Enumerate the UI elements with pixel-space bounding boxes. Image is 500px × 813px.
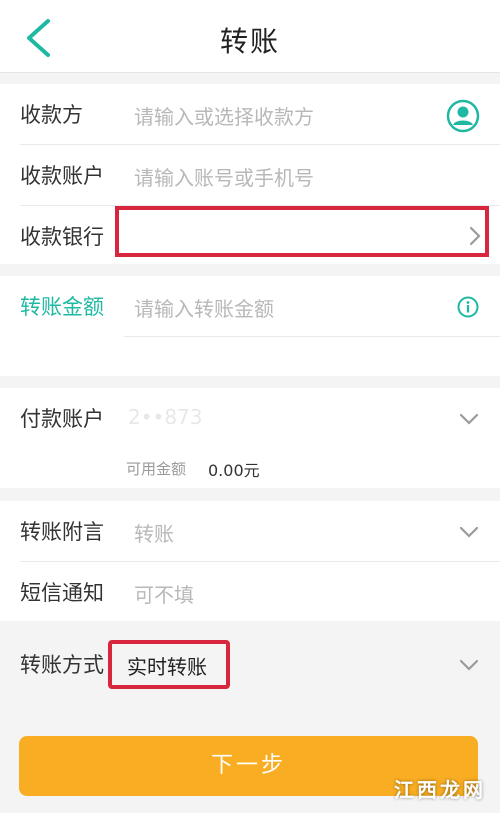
payee-name-label: 收款方 (20, 103, 83, 127)
contact-icon[interactable] (446, 99, 480, 133)
chevron-down-icon[interactable] (459, 409, 479, 429)
payee-bank-label: 收款银行 (20, 225, 104, 249)
sms-input[interactable]: 可不填 (134, 579, 194, 608)
amount-row[interactable]: 转账金额 请输入转账金额 (0, 276, 500, 336)
highlight-box (115, 206, 489, 257)
payer-account-label: 付款账户 (20, 407, 104, 431)
transfer-method-row[interactable]: 转账方式 实时转账 (0, 634, 500, 694)
sms-label: 短信通知 (20, 581, 104, 605)
top-bar: 转账 (0, 0, 500, 73)
payer-account-row[interactable]: 付款账户 2••873 (0, 388, 500, 448)
highlight-box (108, 640, 230, 689)
balance-label: 可用金额 (126, 460, 187, 478)
payee-name-input[interactable]: 请输入或选择收款方 (134, 101, 314, 130)
amount-section: 转账金额 请输入转账金额 (0, 276, 500, 376)
amount-label: 转账金额 (20, 295, 104, 319)
transfer-method-label: 转账方式 (20, 653, 104, 677)
balance-value: 0.00元 (208, 461, 260, 480)
payee-name-row[interactable]: 收款方 请输入或选择收款方 (0, 84, 500, 144)
chevron-down-icon[interactable] (459, 522, 479, 542)
sms-row[interactable]: 短信通知 可不填 (0, 562, 500, 622)
amount-input[interactable]: 请输入转账金额 (134, 293, 274, 322)
remark-input[interactable]: 转账 (134, 518, 174, 547)
payee-account-row[interactable]: 收款账户 请输入账号或手机号 (0, 145, 500, 205)
payee-account-label: 收款账户 (20, 164, 104, 188)
chevron-down-icon[interactable] (459, 655, 479, 675)
payer-section: 付款账户 2••873 可用金额 0.00元 (0, 388, 500, 488)
info-icon[interactable] (457, 296, 479, 318)
payee-account-input[interactable]: 请输入账号或手机号 (134, 162, 314, 191)
watermark: 江西龙网 (394, 778, 486, 802)
payer-account-value: 2••873 (128, 405, 203, 429)
page-title: 转账 (219, 25, 280, 58)
divider (124, 336, 500, 337)
remark-label: 转账附言 (20, 520, 104, 544)
remark-row[interactable]: 转账附言 转账 (0, 501, 500, 561)
extra-section: 转账附言 转账 短信通知 可不填 (0, 501, 500, 621)
